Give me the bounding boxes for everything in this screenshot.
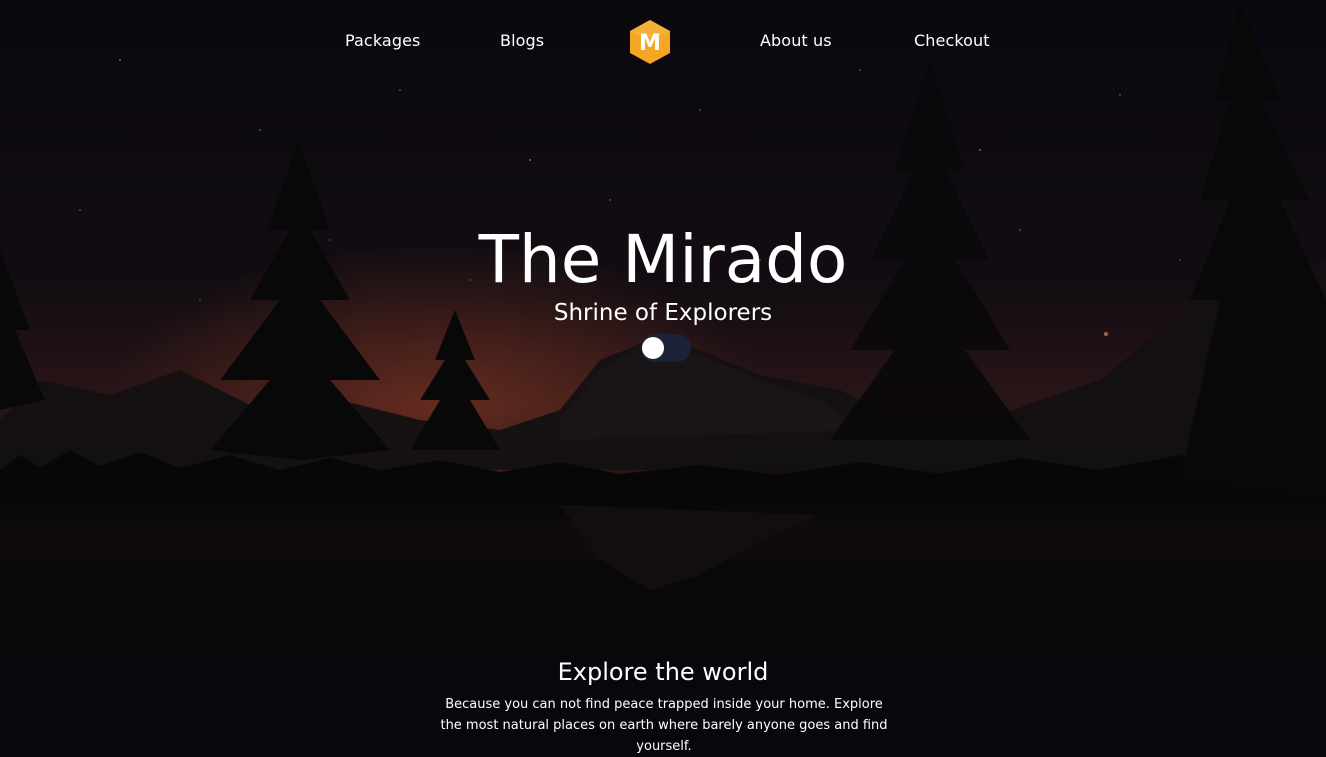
toggle-knob [642, 337, 664, 359]
nav-link-about-us[interactable]: About us [760, 31, 832, 50]
explore-section: Explore the world Because you can not fi… [0, 657, 1326, 756]
hero-subtitle: Shrine of Explorers [553, 300, 773, 326]
hero-title: The Mirado [478, 221, 848, 298]
hero-background-image [0, 0, 1326, 657]
top-navigation: Packages Blogs M About us Checkout [0, 0, 1326, 86]
explore-description: Because you can not find peace trapped i… [440, 697, 888, 754]
hexagon-logo-icon: M [630, 20, 670, 64]
nav-link-blogs[interactable]: Blogs [500, 31, 544, 50]
explore-heading: Explore the world [557, 658, 769, 686]
logo-letter: M [639, 31, 661, 56]
nav-link-checkout[interactable]: Checkout [914, 31, 990, 50]
nav-link-packages[interactable]: Packages [345, 31, 420, 50]
theme-toggle[interactable] [641, 334, 691, 362]
brand-logo[interactable]: M [627, 19, 673, 65]
hero-section: Packages Blogs M About us Checkout The M… [0, 0, 1326, 657]
